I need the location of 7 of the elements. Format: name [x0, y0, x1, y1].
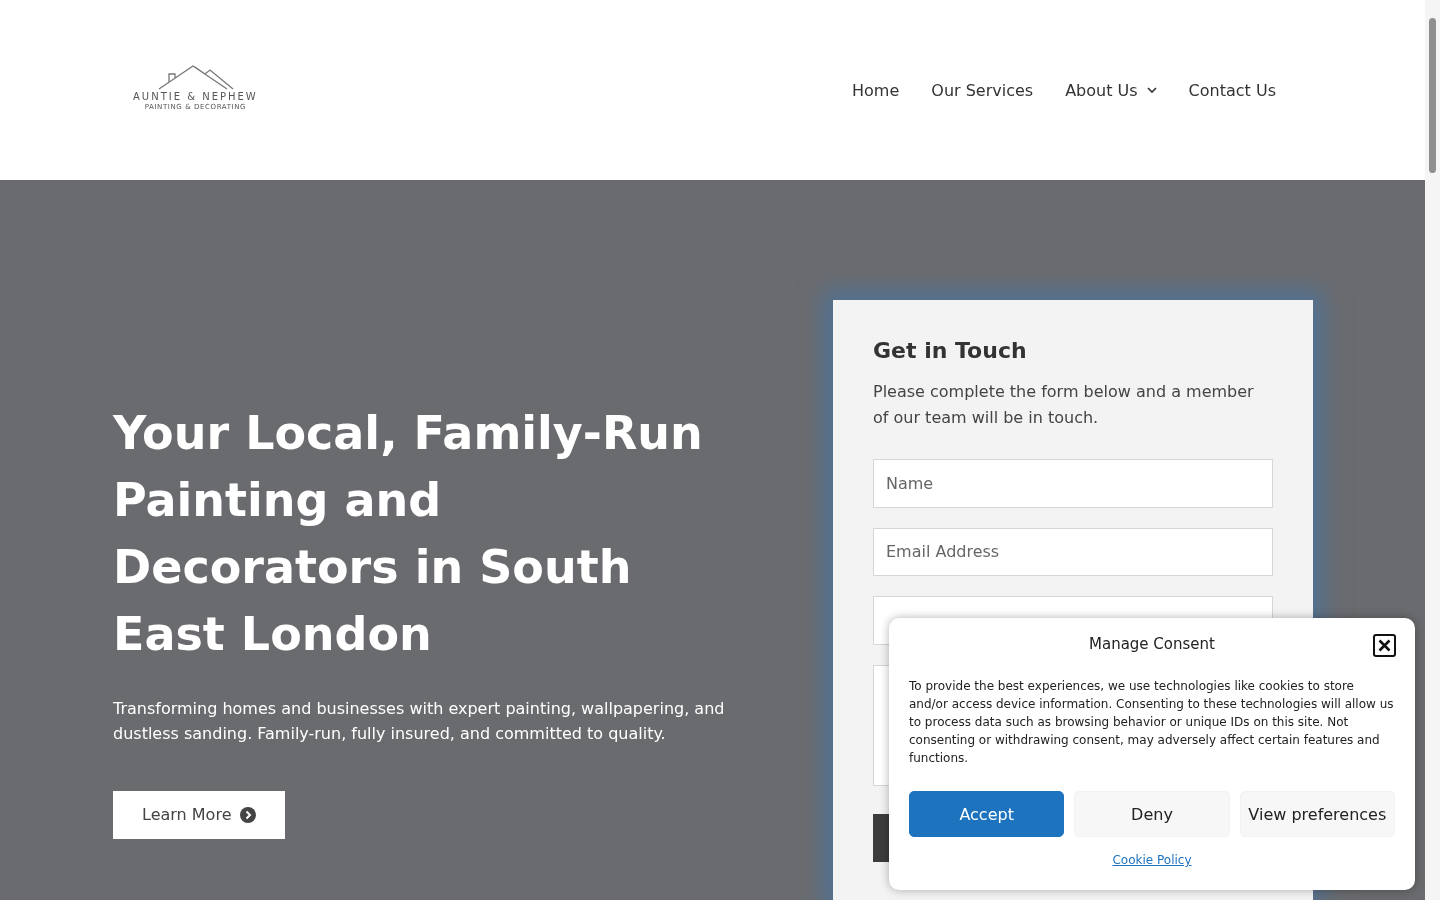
hero-heading: Your Local, Family-Run Painting and Decorators in South East London [113, 405, 704, 663]
consent-text: To provide the best experiences, we use technologies like cookies to store and/or access device information. Consenting to these technologies will allow us to process data such as browsing behavior or unique IDs on this site. Not consenting or withdrawing consent, may adversely affect certain features and functions. [909, 678, 1395, 767]
hero-text: Transforming homes and businesses with expert painting, wallpapering, and dustless sanding. Family-run, fully insured, and committed to quality. [113, 698, 726, 745]
logo-name: AUNTIE & NEPHEW [133, 90, 258, 102]
form-title: Get in Touch [873, 338, 1028, 363]
form-intro: Please complete the form below and a member of our team will be in touch. [873, 381, 1255, 429]
dialog-title: Manage Consent [1089, 635, 1215, 653]
